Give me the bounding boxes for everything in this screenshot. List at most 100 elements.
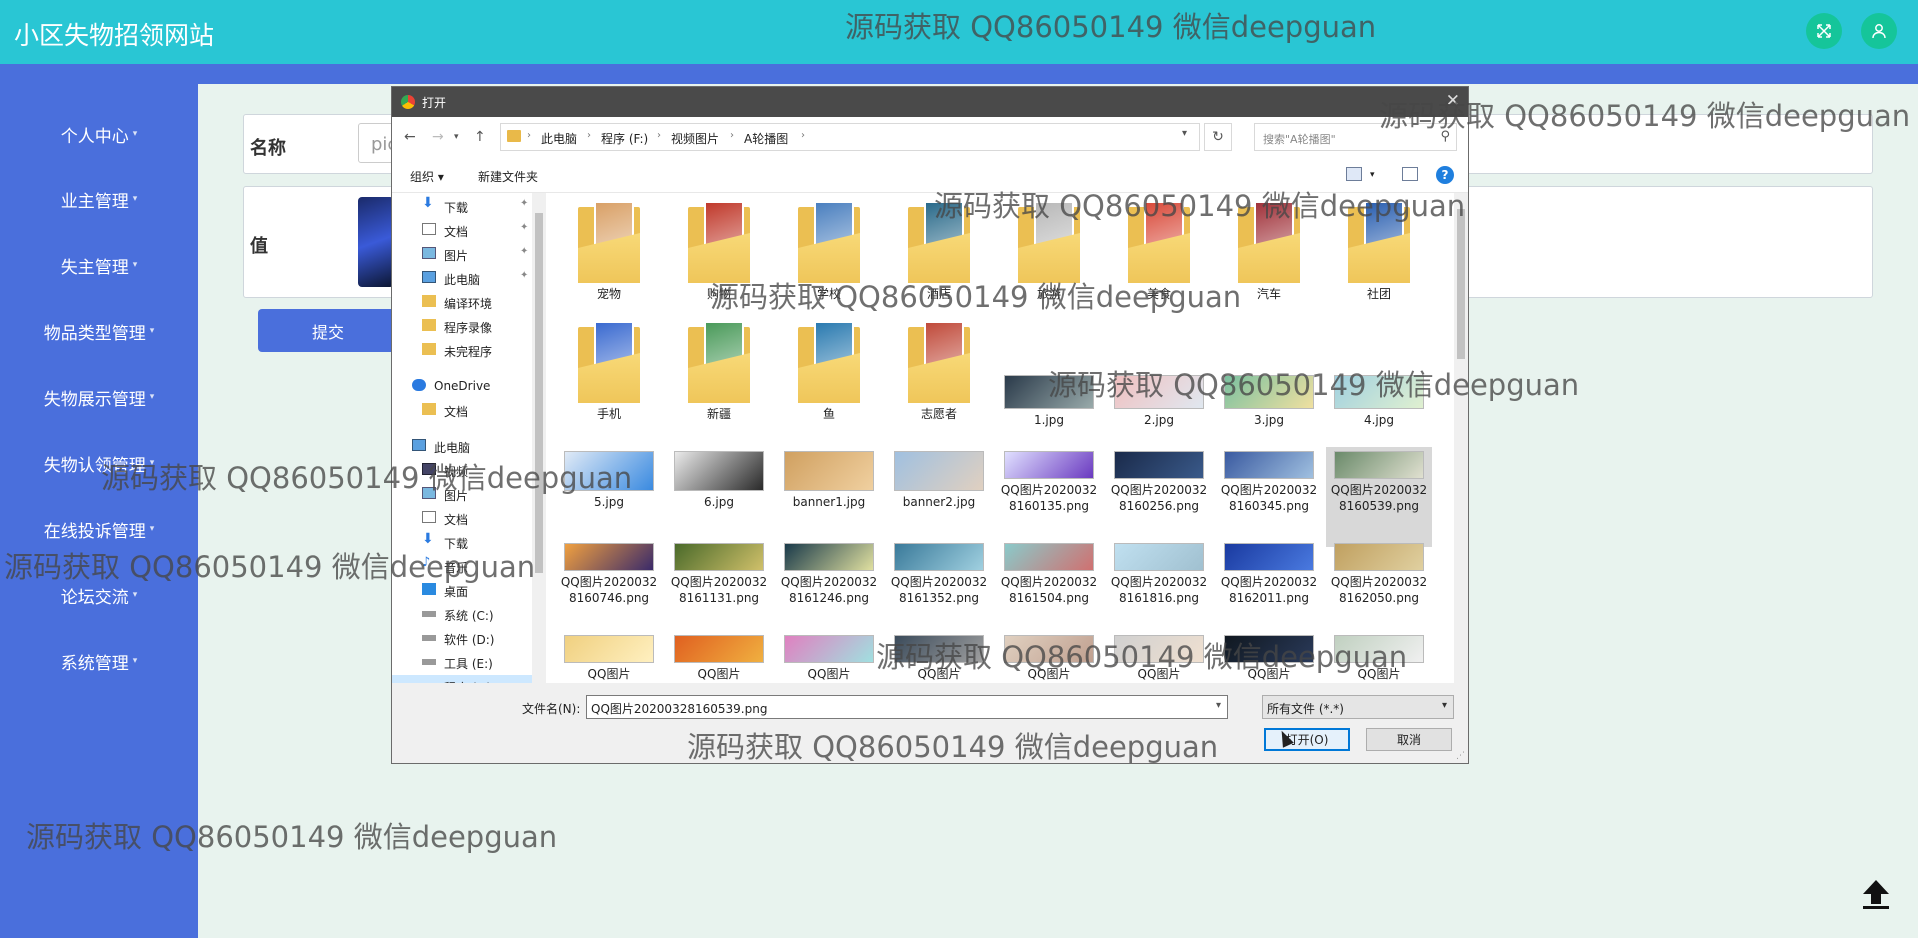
filetype-select[interactable]: 所有文件 (*.*) ▾	[1262, 695, 1454, 719]
fullscreen-icon[interactable]	[1806, 13, 1842, 49]
view-dropdown-icon[interactable]: ▾	[1370, 170, 1375, 180]
image-file-item[interactable]: QQ图片	[776, 631, 882, 682]
folder-item[interactable]: 新疆	[666, 315, 772, 422]
address-dropdown-icon[interactable]: ▾	[1182, 128, 1187, 139]
image-file-item[interactable]: QQ图片20200328160256.png	[1106, 447, 1212, 514]
nav-item[interactable]: ⬇ 下载	[392, 531, 532, 553]
sidebar-item[interactable]: 物品类型管理 ▾	[0, 311, 198, 351]
image-file-item[interactable]: QQ图片	[1106, 631, 1212, 682]
resize-grip-icon[interactable]: ⋰	[1456, 751, 1465, 761]
breadcrumb-item[interactable]: A轮播图	[744, 130, 788, 147]
folder-item[interactable]: 旅游	[996, 195, 1102, 302]
image-file-item[interactable]: QQ图片20200328161816.png	[1106, 539, 1212, 606]
new-folder-button[interactable]: 新建文件夹	[478, 168, 538, 185]
organize-button[interactable]: 组织 ▾	[410, 168, 444, 185]
forward-arrow-icon[interactable]: →	[432, 129, 444, 145]
nav-item[interactable]: 此电脑	[392, 435, 532, 457]
nav-item[interactable]: 文档	[392, 399, 532, 421]
sidebar-item[interactable]: 系统管理 ▾	[0, 641, 198, 681]
sidebar-item[interactable]: 失主管理 ▾	[0, 245, 198, 285]
folder-item[interactable]: 手机	[556, 315, 662, 422]
nav-item[interactable]: 未完程序	[392, 339, 532, 361]
image-file-item[interactable]: QQ图片20200328161131.png	[666, 539, 772, 606]
image-file-item[interactable]: QQ图片	[1326, 631, 1432, 682]
nav-item[interactable]: 此电脑 ✦	[392, 267, 532, 289]
folder-item[interactable]: 社团	[1326, 195, 1432, 302]
image-file-item[interactable]: 5.jpg	[556, 447, 662, 510]
address-bar[interactable]: › 此电脑 › 程序 (F:) › 视频图片 › A轮播图 ›	[500, 123, 1200, 151]
image-file-item[interactable]: QQ图片20200328160539.png	[1326, 447, 1432, 547]
help-icon[interactable]: ?	[1436, 166, 1454, 184]
nav-item[interactable]: 视频	[392, 459, 532, 481]
nav-item[interactable]: 程序 (F:)	[392, 675, 532, 683]
image-file-item[interactable]: banner2.jpg	[886, 447, 992, 510]
filename-input[interactable]: QQ图片20200328160539.png ▾	[586, 695, 1228, 719]
scroll-top-icon[interactable]	[1857, 876, 1895, 912]
breadcrumb-item[interactable]: 程序 (F:)	[601, 130, 648, 147]
nav-item[interactable]: 软件 (D:)	[392, 627, 532, 649]
image-file-item[interactable]: QQ图片20200328162011.png	[1216, 539, 1322, 606]
breadcrumb-item[interactable]: 此电脑	[541, 130, 577, 147]
image-file-item[interactable]: 2.jpg	[1106, 371, 1212, 428]
image-file-item[interactable]: 4.jpg	[1326, 371, 1432, 428]
nav-item[interactable]: 文档 ✦	[392, 219, 532, 241]
nav-item[interactable]: 工具 (E:)	[392, 651, 532, 673]
sidebar-item[interactable]: 在线投诉管理 ▾	[0, 509, 198, 549]
up-arrow-icon[interactable]: ↑	[474, 129, 486, 145]
image-file-item[interactable]: QQ图片	[996, 631, 1102, 682]
image-file-item[interactable]: 1.jpg	[996, 371, 1102, 428]
search-input[interactable]: 搜索"A轮播图" ⚲	[1254, 123, 1457, 151]
recent-dropdown-icon[interactable]: ▾	[454, 132, 459, 142]
folder-item[interactable]: 学校	[776, 195, 882, 302]
image-file-item[interactable]: QQ图片20200328162050.png	[1326, 539, 1432, 606]
preview-pane-icon[interactable]	[1402, 167, 1418, 181]
refresh-icon[interactable]: ↻	[1204, 123, 1232, 151]
folder-item[interactable]: 美食	[1106, 195, 1212, 302]
sidebar-item[interactable]: 业主管理 ▾	[0, 179, 198, 219]
image-file-item[interactable]: QQ图片20200328161504.png	[996, 539, 1102, 606]
filename-dropdown-icon[interactable]: ▾	[1216, 700, 1221, 711]
image-file-item[interactable]: QQ图片20200328160746.png	[556, 539, 662, 606]
image-file-item[interactable]: QQ图片20200328161352.png	[886, 539, 992, 606]
nav-item[interactable]: 图片 ✦	[392, 243, 532, 265]
image-file-item[interactable]: 3.jpg	[1216, 371, 1322, 428]
image-file-item[interactable]: QQ图片20200328161246.png	[776, 539, 882, 606]
nav-item[interactable]: ♪ 音乐	[392, 555, 532, 577]
breadcrumb-item[interactable]: 视频图片	[671, 130, 719, 147]
folder-item[interactable]: 宠物	[556, 195, 662, 302]
folder-item[interactable]: 志愿者	[886, 315, 992, 422]
image-file-item[interactable]: QQ图片20200328160135.png	[996, 447, 1102, 514]
nav-item[interactable]: 桌面	[392, 579, 532, 601]
image-file-item[interactable]: banner1.jpg	[776, 447, 882, 510]
image-preview[interactable]	[358, 197, 394, 287]
sidebar-item[interactable]: 论坛交流 ▾	[0, 575, 198, 615]
sidebar-item[interactable]: 失物展示管理 ▾	[0, 377, 198, 417]
nav-item[interactable]: 文档	[392, 507, 532, 529]
nav-item[interactable]: OneDrive	[392, 375, 532, 397]
submit-button[interactable]: 提交	[258, 309, 398, 352]
nav-scrollbar[interactable]	[532, 193, 546, 683]
close-icon[interactable]: ✕	[1446, 91, 1460, 111]
nav-item[interactable]: 系统 (C:)	[392, 603, 532, 625]
image-file-item[interactable]: QQ图片	[886, 631, 992, 682]
cancel-button[interactable]: 取消	[1366, 728, 1452, 751]
nav-item[interactable]: 编译环境	[392, 291, 532, 313]
image-file-item[interactable]: QQ图片	[556, 631, 662, 682]
image-file-item[interactable]: QQ图片	[666, 631, 772, 682]
sidebar-item[interactable]: 个人中心 ▾	[0, 114, 198, 154]
image-file-item[interactable]: 6.jpg	[666, 447, 772, 510]
file-scrollbar[interactable]	[1454, 193, 1468, 683]
image-file-item[interactable]: QQ图片	[1216, 631, 1322, 682]
back-arrow-icon[interactable]: ←	[404, 129, 416, 145]
nav-item[interactable]: ⬇ 下载 ✦	[392, 195, 532, 217]
user-icon[interactable]	[1861, 13, 1897, 49]
folder-item[interactable]: 汽车	[1216, 195, 1322, 302]
sidebar-item[interactable]: 失物认领管理 ▾	[0, 443, 198, 483]
view-mode-icon[interactable]	[1346, 167, 1362, 181]
image-file-item[interactable]: QQ图片20200328160345.png	[1216, 447, 1322, 514]
open-button[interactable]: 打开(O)	[1264, 728, 1350, 751]
nav-item[interactable]: 图片	[392, 483, 532, 505]
folder-item[interactable]: 购物	[666, 195, 772, 302]
folder-item[interactable]: 鱼	[776, 315, 882, 422]
folder-item[interactable]: 酒店	[886, 195, 992, 302]
